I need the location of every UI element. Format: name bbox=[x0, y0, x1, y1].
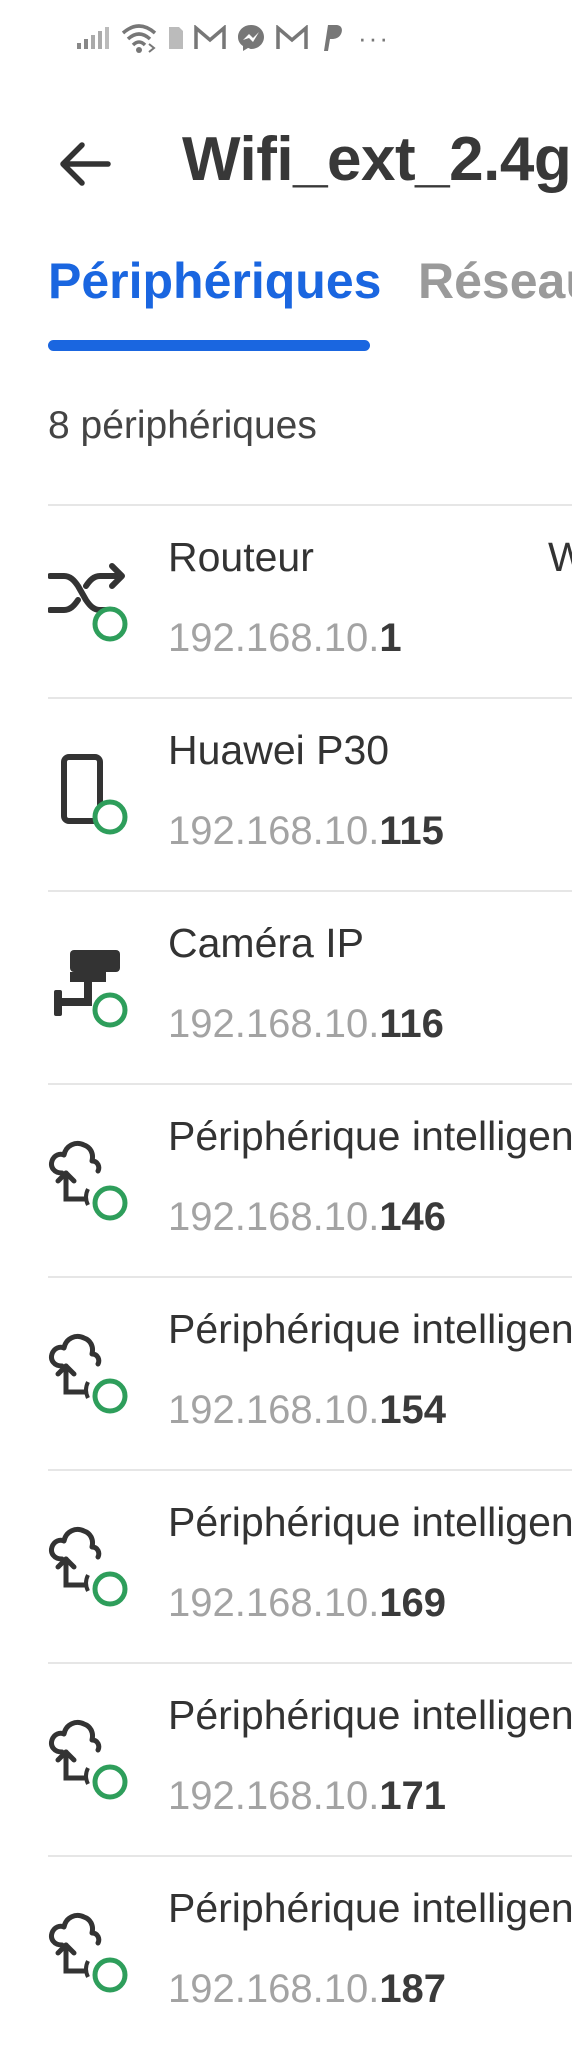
ip-suffix: 187 bbox=[379, 1967, 447, 2011]
device-count: 8 périphériques bbox=[48, 404, 317, 447]
tab-bar: Périphériques Réseau bbox=[0, 238, 572, 358]
device-list: Routeur 192.168.10.1 W Huawei P30 192.16… bbox=[48, 504, 572, 2048]
device-ip: 192.168.10.187 bbox=[168, 1967, 446, 2012]
device-name: Routeur bbox=[168, 534, 314, 580]
ip-suffix: 171 bbox=[379, 1774, 447, 1818]
ip-prefix: 192.168.10. bbox=[168, 616, 380, 660]
ip-prefix: 192.168.10. bbox=[168, 1774, 380, 1818]
sim-icon bbox=[168, 26, 184, 50]
smart-device-icon bbox=[49, 1140, 128, 1221]
device-name: Périphérique intelligent bbox=[168, 1499, 572, 1545]
device-row[interactable]: Périphérique intelligent 192.168.10.187 bbox=[48, 1855, 572, 2048]
ip-prefix: 192.168.10. bbox=[168, 809, 380, 853]
device-ip: 192.168.10.1 bbox=[168, 616, 402, 661]
tab-peripheriques[interactable]: Périphériques bbox=[48, 252, 381, 310]
device-name: Périphérique intelligent bbox=[168, 1692, 572, 1738]
signal-icon bbox=[76, 26, 110, 50]
device-name: Périphérique intelligent bbox=[168, 1885, 572, 1931]
ip-prefix: 192.168.10. bbox=[168, 1388, 380, 1432]
ip-prefix: 192.168.10. bbox=[168, 1581, 380, 1625]
device-row[interactable]: Périphérique intelligent 192.168.10.169 bbox=[48, 1469, 572, 1662]
gmail-icon bbox=[276, 25, 308, 51]
gmail-icon bbox=[194, 25, 226, 51]
back-button[interactable] bbox=[52, 132, 116, 196]
smart-device-icon bbox=[49, 1719, 128, 1800]
device-row[interactable]: Huawei P30 192.168.10.115 bbox=[48, 697, 572, 890]
ip-suffix: 116 bbox=[379, 1002, 444, 1046]
ip-suffix: 154 bbox=[379, 1388, 447, 1432]
device-name: Périphérique intelligent bbox=[168, 1306, 572, 1352]
smart-device-icon bbox=[49, 1526, 128, 1607]
device-ip: 192.168.10.171 bbox=[168, 1774, 446, 1819]
security-camera-icon bbox=[54, 950, 128, 1028]
active-tab-indicator bbox=[48, 340, 370, 351]
router-shuffle-icon bbox=[48, 563, 128, 642]
ip-prefix: 192.168.10. bbox=[168, 1002, 380, 1046]
ip-suffix: 169 bbox=[379, 1581, 447, 1625]
device-row[interactable]: Périphérique intelligent 192.168.10.146 bbox=[48, 1083, 572, 1276]
more-notifications: ··· bbox=[358, 22, 390, 53]
smartphone-icon bbox=[61, 754, 128, 835]
device-name: Caméra IP bbox=[168, 920, 364, 966]
device-ip: 192.168.10.169 bbox=[168, 1581, 446, 1626]
ip-prefix: 192.168.10. bbox=[168, 1967, 380, 2011]
device-ip: 192.168.10.154 bbox=[168, 1388, 446, 1433]
page-title: Wifi_ext_2.4g bbox=[182, 125, 572, 194]
tab-reseau[interactable]: Réseau bbox=[418, 252, 572, 310]
ip-suffix: 115 bbox=[379, 809, 444, 853]
ip-suffix: 1 bbox=[379, 616, 402, 660]
wifi-icon bbox=[120, 22, 158, 54]
device-ip: 192.168.10.115 bbox=[168, 809, 444, 854]
app-bar: Wifi_ext_2.4g bbox=[0, 108, 572, 212]
messenger-icon bbox=[236, 23, 266, 53]
device-row[interactable]: Routeur 192.168.10.1 W bbox=[48, 504, 572, 697]
arrow-left-icon bbox=[60, 142, 111, 186]
status-bar: ··· bbox=[76, 18, 390, 58]
device-row[interactable]: Caméra IP 192.168.10.116 bbox=[48, 890, 572, 1083]
device-ip: 192.168.10.146 bbox=[168, 1195, 446, 1240]
ip-prefix: 192.168.10. bbox=[168, 1195, 380, 1239]
device-ip: 192.168.10.116 bbox=[168, 1002, 444, 1047]
connection-label: W bbox=[548, 534, 572, 580]
smart-device-icon bbox=[49, 1912, 128, 1993]
device-row[interactable]: Périphérique intelligent 192.168.10.171 bbox=[48, 1662, 572, 1855]
smart-device-icon bbox=[49, 1333, 128, 1414]
ip-suffix: 146 bbox=[379, 1195, 447, 1239]
device-name: Périphérique intelligent bbox=[168, 1113, 572, 1159]
device-name: Huawei P30 bbox=[168, 727, 390, 773]
paypal-icon bbox=[318, 23, 344, 53]
device-row[interactable]: Périphérique intelligent 192.168.10.154 bbox=[48, 1276, 572, 1469]
